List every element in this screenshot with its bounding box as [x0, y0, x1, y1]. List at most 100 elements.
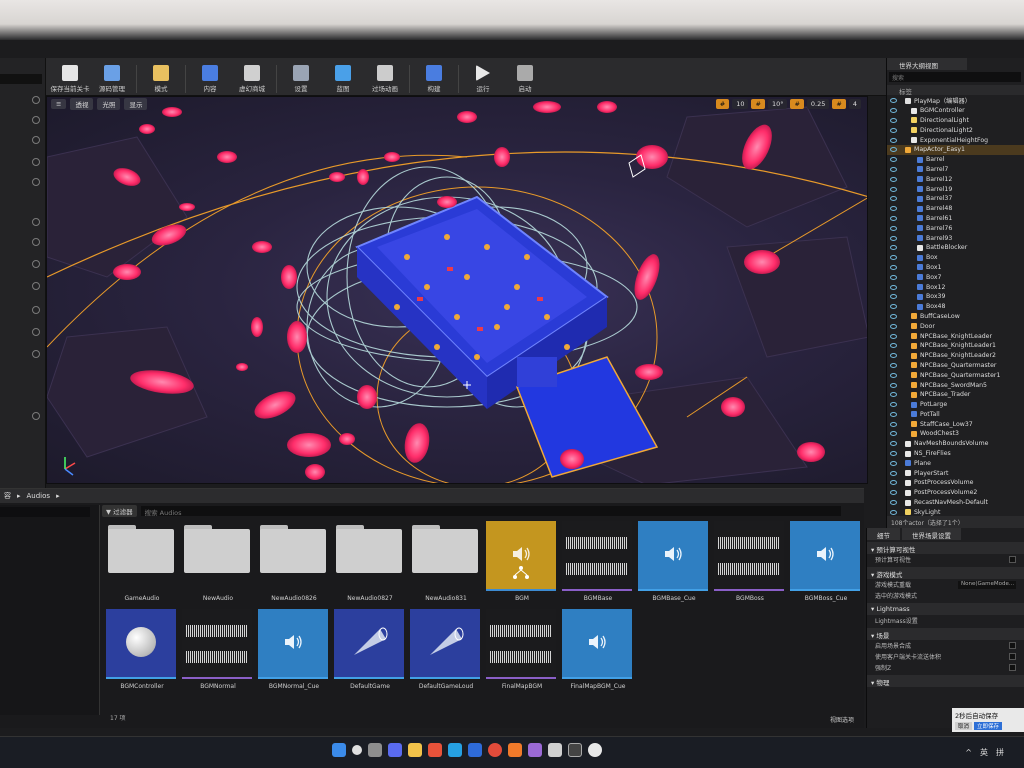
details-tab[interactable]: 细节	[867, 528, 900, 540]
game-mode-select[interactable]: None(GameMode...	[958, 580, 1016, 589]
asset-tile[interactable]: BGMBoss	[714, 521, 786, 607]
toolbar-button[interactable]: 蓝图	[323, 59, 363, 93]
outliner-row[interactable]: Barrel76	[887, 223, 1024, 233]
asset-tile[interactable]: DefaultGame	[334, 609, 406, 695]
visibility-eye-icon[interactable]	[890, 490, 897, 496]
outliner-row[interactable]: NS_FireFlies	[887, 449, 1024, 459]
panel-option-icon[interactable]	[32, 260, 40, 268]
asset-tile[interactable]: FinalMapBGM	[486, 609, 558, 695]
outliner-column-label[interactable]: 标签	[887, 85, 1024, 96]
snap-toggle-icon[interactable]: #	[751, 99, 765, 109]
visibility-eye-icon[interactable]	[890, 392, 897, 398]
visibility-eye-icon[interactable]	[890, 460, 897, 466]
visibility-eye-icon[interactable]	[890, 127, 897, 133]
outliner-row[interactable]: StaffCase_Low37	[887, 419, 1024, 429]
outliner-row[interactable]: Barrel	[887, 155, 1024, 165]
snap-value[interactable]: 0.25	[806, 99, 830, 109]
asset-tile[interactable]: NewAudio0826	[258, 521, 330, 607]
asset-tile[interactable]: BGMController	[106, 609, 178, 695]
outliner-row[interactable]: NPCBase_Trader	[887, 390, 1024, 400]
start-icon[interactable]	[332, 743, 346, 757]
visibility-eye-icon[interactable]	[890, 313, 897, 319]
visibility-eye-icon[interactable]	[890, 431, 897, 437]
app-icon[interactable]	[508, 743, 522, 757]
panel-option-icon[interactable]	[32, 412, 40, 420]
outliner-row[interactable]: Box1	[887, 263, 1024, 273]
details-section-header[interactable]: ▾ Lightmass	[867, 603, 1024, 615]
outliner-row[interactable]: NPCBase_KnightLeader2	[887, 351, 1024, 361]
panel-option-icon[interactable]	[32, 238, 40, 246]
snap-value[interactable]: 10	[732, 99, 749, 109]
outliner-row[interactable]: NPCBase_KnightLeader	[887, 331, 1024, 341]
visibility-eye-icon[interactable]	[890, 343, 897, 349]
outliner-row[interactable]: PotLarge	[887, 400, 1024, 410]
details-tab[interactable]: 世界场景设置	[902, 528, 961, 540]
visibility-eye-icon[interactable]	[890, 196, 897, 202]
asset-tile[interactable]: NewAudio831	[410, 521, 482, 607]
unreal-icon[interactable]	[568, 743, 582, 757]
asset-tile[interactable]: FinalMapBGM_Cue	[562, 609, 634, 695]
outliner-row[interactable]: Plane	[887, 458, 1024, 468]
outliner-row[interactable]: NPCBase_KnightLeader1	[887, 341, 1024, 351]
office-icon[interactable]	[428, 743, 442, 757]
outliner-row[interactable]: Barrel37	[887, 194, 1024, 204]
outliner-row[interactable]: Barrel61	[887, 214, 1024, 224]
browser-icon[interactable]	[448, 743, 462, 757]
visibility-eye-icon[interactable]	[890, 353, 897, 359]
visibility-eye-icon[interactable]	[890, 98, 897, 104]
search-icon[interactable]	[352, 745, 362, 755]
outliner-row[interactable]: DirectionalLight	[887, 116, 1024, 126]
chat-icon[interactable]	[388, 743, 402, 757]
visibility-eye-icon[interactable]	[890, 166, 897, 172]
visibility-eye-icon[interactable]	[890, 451, 897, 457]
toolbar-button[interactable]: 源码管理	[92, 59, 132, 93]
panel-option-icon[interactable]	[32, 306, 40, 314]
asset-search-input[interactable]: 搜索 Audios	[140, 506, 841, 517]
level-viewport[interactable]: ≡ 透视 光照 显示 #10 #10° #0.25 #4	[46, 96, 868, 484]
panel-option-icon[interactable]	[32, 282, 40, 290]
visibility-eye-icon[interactable]	[890, 176, 897, 182]
property-checkbox[interactable]	[1009, 642, 1016, 649]
outliner-row[interactable]: BuffCaseLow	[887, 312, 1024, 322]
visibility-eye-icon[interactable]	[890, 206, 897, 212]
outliner-row[interactable]: NavMeshBoundsVolume	[887, 439, 1024, 449]
snap-value[interactable]: 4	[848, 99, 861, 109]
asset-tile[interactable]: NewAudio	[182, 521, 254, 607]
outliner-row[interactable]: Box	[887, 253, 1024, 263]
outliner-row[interactable]: Door	[887, 321, 1024, 331]
visibility-eye-icon[interactable]	[890, 480, 897, 486]
toolbar-button[interactable]: 启动	[505, 59, 545, 93]
visibility-eye-icon[interactable]	[890, 500, 897, 506]
visibility-eye-icon[interactable]	[890, 362, 897, 368]
outliner-row[interactable]: RecastNavMesh-Default	[887, 498, 1024, 508]
save-now-button[interactable]: 立即保存	[974, 722, 1003, 730]
outliner-row[interactable]: WoodChest3	[887, 429, 1024, 439]
toolbar-button[interactable]: 构建	[414, 59, 454, 93]
view-options-button[interactable]: 视图选项	[830, 715, 854, 724]
viewport-menu-icon[interactable]: ≡	[51, 99, 67, 109]
asset-tile[interactable]: BGMBase	[562, 521, 634, 607]
property-checkbox[interactable]	[1009, 556, 1016, 563]
outliner-row[interactable]: BGMController	[887, 106, 1024, 116]
visibility-eye-icon[interactable]	[890, 402, 897, 408]
asset-tile[interactable]: NewAudio0827	[334, 521, 406, 607]
panel-option-icon[interactable]	[32, 350, 40, 358]
viewport-mode-chip[interactable]: 透视	[70, 98, 94, 110]
tray-language[interactable]: 英	[980, 747, 988, 758]
chrome-icon[interactable]	[488, 743, 502, 757]
unreal-editor-icon[interactable]	[588, 743, 602, 757]
visibility-eye-icon[interactable]	[890, 147, 897, 153]
visibility-eye-icon[interactable]	[890, 117, 897, 123]
visibility-eye-icon[interactable]	[890, 225, 897, 231]
outliner-row[interactable]: PlayerStart	[887, 468, 1024, 478]
tab-world-outliner[interactable]: 世界大纲视图	[887, 58, 967, 70]
visibility-eye-icon[interactable]	[890, 215, 897, 221]
task-view-icon[interactable]	[368, 743, 382, 757]
outliner-row[interactable]: ExponentialHeightFog	[887, 135, 1024, 145]
property-checkbox[interactable]	[1009, 653, 1016, 660]
visibility-eye-icon[interactable]	[890, 372, 897, 378]
visibility-eye-icon[interactable]	[890, 157, 897, 163]
visibility-eye-icon[interactable]	[890, 304, 897, 310]
outliner-row[interactable]: PostProcessVolume	[887, 478, 1024, 488]
visibility-eye-icon[interactable]	[890, 333, 897, 339]
